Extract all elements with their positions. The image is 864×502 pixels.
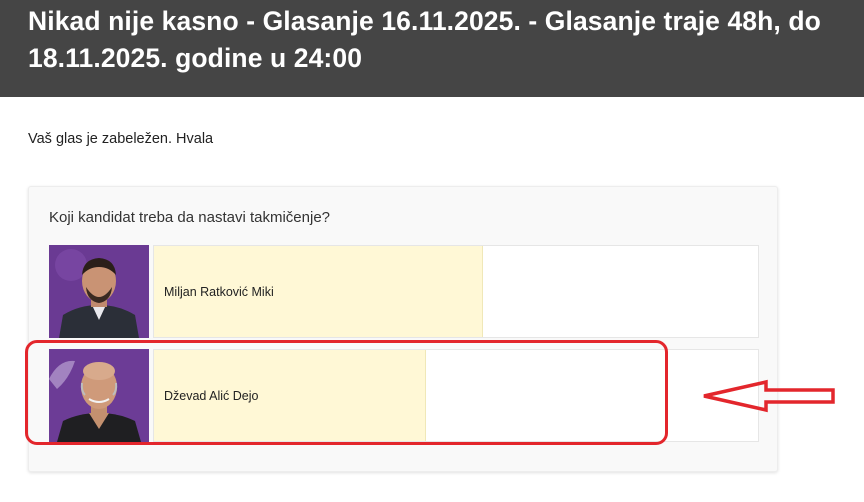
page-title: Nikad nije kasno - Glasanje 16.11.2025. … <box>28 6 821 73</box>
result-bar-track: Dževad Alić Dejo <box>153 349 759 442</box>
poll-option-1[interactable]: Miljan Ratković Miki <box>49 245 759 338</box>
option-label: Dževad Alić Dejo <box>164 389 259 403</box>
poll-option-2[interactable]: Dževad Alić Dejo <box>49 349 759 442</box>
candidate-photo <box>49 349 149 442</box>
poll-card: Koji kandidat treba da nastavi takmičenj… <box>28 186 778 472</box>
result-bar-track: Miljan Ratković Miki <box>153 245 759 338</box>
vote-confirmation-message: Vaš glas je zabeležen. Hvala <box>28 131 214 147</box>
page-header: Nikad nije kasno - Glasanje 16.11.2025. … <box>0 0 864 97</box>
poll-question: Koji kandidat treba da nastavi takmičenj… <box>49 209 331 226</box>
candidate-photo <box>49 245 149 338</box>
annotation-arrow-icon <box>700 378 840 419</box>
option-label: Miljan Ratković Miki <box>164 285 274 299</box>
